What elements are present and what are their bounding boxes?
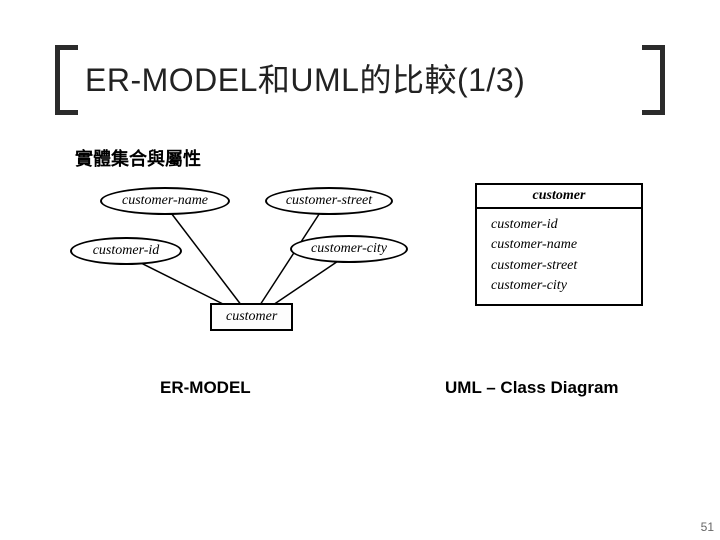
- uml-attr-item: customer-city: [491, 276, 627, 296]
- bracket-left-icon: [55, 45, 79, 115]
- er-caption: ER-MODEL: [160, 378, 251, 398]
- title-bracket-frame: ER-MODEL和UML的比較(1/3): [55, 50, 665, 120]
- slide: ER-MODEL和UML的比較(1/3) 實體集合與屬性 customer-na…: [0, 0, 720, 540]
- section-subtitle: 實體集合與屬性: [75, 145, 201, 171]
- er-entity: customer: [210, 303, 293, 331]
- er-attr-city: customer-city: [290, 235, 408, 263]
- uml-attr-item: customer-street: [491, 256, 627, 276]
- uml-attr-item: customer-name: [491, 235, 627, 255]
- uml-attr-list: customer-id customer-name customer-stree…: [477, 209, 641, 304]
- uml-caption: UML – Class Diagram: [445, 378, 619, 398]
- er-attr-id: customer-id: [70, 237, 182, 265]
- er-attr-name: customer-name: [100, 187, 230, 215]
- uml-class-box: customer customer-id customer-name custo…: [475, 183, 643, 306]
- slide-title: ER-MODEL和UML的比較(1/3): [55, 50, 665, 110]
- er-attr-street: customer-street: [265, 187, 393, 215]
- diagram-area: customer-name customer-id customer-stree…: [70, 175, 650, 355]
- uml-class-name: customer: [477, 185, 641, 209]
- page-number: 51: [701, 520, 714, 534]
- uml-attr-item: customer-id: [491, 215, 627, 235]
- bracket-right-icon: [641, 45, 665, 115]
